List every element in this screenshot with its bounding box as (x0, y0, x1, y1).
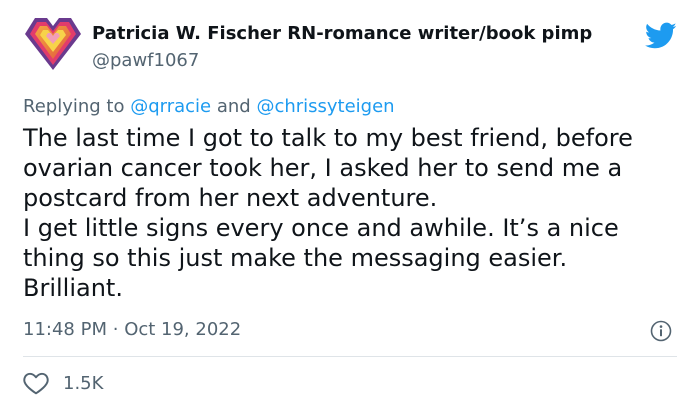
divider (23, 356, 677, 357)
meta-separator: · (112, 319, 119, 340)
heart-outline-icon (23, 372, 49, 395)
tweet-date: Oct 19, 2022 (124, 319, 242, 340)
tweet-line: thing so this just make the messaging ea… (23, 244, 568, 272)
author-avatar[interactable] (23, 12, 83, 72)
tweet-time: 11:48 PM (23, 319, 107, 340)
author-handle[interactable]: @pawf1067 (92, 50, 199, 71)
twitter-bird-icon[interactable] (644, 22, 677, 50)
like-button[interactable]: 1.5K (23, 370, 103, 396)
like-count: 1.5K (63, 372, 104, 394)
replying-to: Replying to @qrracie and @chrissyteigen (23, 96, 395, 117)
mention-link[interactable]: @chrissyteigen (256, 96, 394, 117)
tweet-line: Brilliant. (23, 274, 123, 302)
replying-to-joiner: and (211, 96, 257, 117)
tweet-card: Patricia W. Fischer RN-romance writer/bo… (0, 0, 700, 410)
tweet-line: ovarian cancer took her, I asked her to … (23, 154, 623, 182)
tweet-line: I get little signs every once and awhile… (23, 214, 619, 242)
author-name[interactable]: Patricia W. Fischer RN-romance writer/bo… (92, 23, 592, 44)
replying-to-prefix: Replying to (23, 96, 131, 117)
tweet-line: postcard from her next adventure. (23, 184, 438, 212)
mention-link[interactable]: @qrracie (130, 96, 211, 117)
tweet-timestamp[interactable]: 11:48 PM · Oct 19, 2022 (23, 319, 241, 340)
tweet-line: The last time I got to talk to my best f… (23, 124, 633, 152)
heart-emblem-icon (25, 18, 81, 70)
info-icon[interactable] (650, 320, 672, 342)
tweet-text: The last time I got to talk to my best f… (23, 123, 683, 303)
